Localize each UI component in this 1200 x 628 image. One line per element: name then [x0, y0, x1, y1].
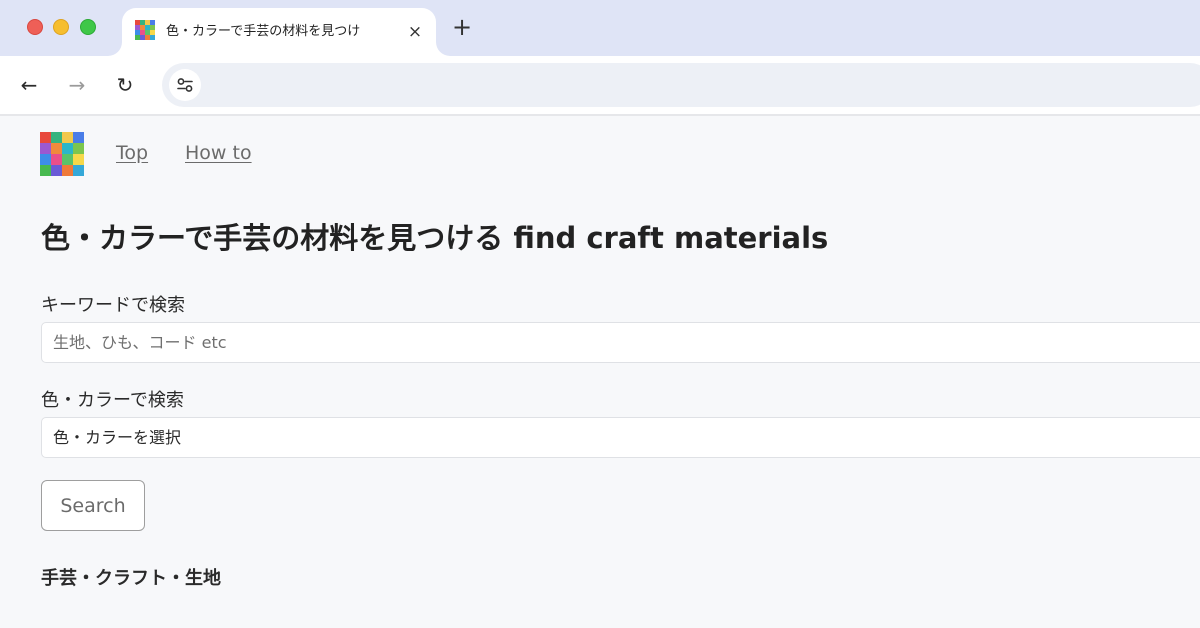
minimize-window-button[interactable]	[53, 19, 69, 35]
mosaic-tile	[51, 143, 62, 154]
mosaic-tile	[51, 165, 62, 176]
mosaic-tile	[40, 143, 51, 154]
nav-link-top[interactable]: Top	[116, 141, 148, 165]
mosaic-tile	[40, 165, 51, 176]
keyword-search-label: キーワードで検索	[41, 295, 185, 316]
nav-link-how-to[interactable]: How to	[185, 141, 252, 165]
maximize-window-button[interactable]	[80, 19, 96, 35]
page-content: Top How to 色・カラーで手芸の材料を見つける find craft m…	[0, 116, 1200, 628]
mosaic-tile	[62, 132, 73, 143]
search-button[interactable]: Search	[41, 480, 145, 531]
mosaic-tile	[150, 35, 155, 40]
color-select[interactable]: 色・カラーを選択	[41, 417, 1200, 458]
mosaic-tile	[40, 132, 51, 143]
mosaic-tile	[40, 154, 51, 165]
tab-title: 色・カラーで手芸の材料を見つけ	[166, 24, 361, 39]
mosaic-tile	[62, 165, 73, 176]
reload-icon[interactable]: ↻	[110, 70, 140, 100]
site-logo[interactable]	[40, 132, 84, 176]
page-title: 色・カラーで手芸の材料を見つける find craft materials	[41, 221, 829, 255]
mosaic-tile	[73, 165, 84, 176]
favicon-icon	[135, 20, 155, 40]
new-tab-icon[interactable]: +	[450, 14, 474, 40]
mosaic-tile	[51, 154, 62, 165]
mosaic-tile	[51, 132, 62, 143]
mosaic-tile	[62, 143, 73, 154]
tab-strip: 色・カラーで手芸の材料を見つけ × +	[0, 0, 1200, 56]
tune-icon	[177, 78, 193, 92]
mosaic-tile	[73, 132, 84, 143]
address-bar[interactable]	[162, 63, 1200, 107]
mosaic-tile	[62, 154, 73, 165]
keyword-search-input[interactable]	[41, 322, 1200, 363]
tab-close-icon[interactable]: ×	[405, 22, 425, 42]
color-search-label: 色・カラーで検索	[41, 390, 184, 411]
browser-tab[interactable]: 色・カラーで手芸の材料を見つけ ×	[122, 8, 436, 56]
mosaic-tile	[73, 154, 84, 165]
close-window-button[interactable]	[27, 19, 43, 35]
forward-arrow-icon[interactable]: →	[62, 70, 92, 100]
browser-toolbar: ← → ↻	[0, 56, 1200, 114]
mosaic-tile	[73, 143, 84, 154]
back-arrow-icon[interactable]: ←	[14, 70, 44, 100]
site-info-button[interactable]	[169, 69, 201, 101]
section-heading: 手芸・クラフト・生地	[41, 568, 221, 589]
